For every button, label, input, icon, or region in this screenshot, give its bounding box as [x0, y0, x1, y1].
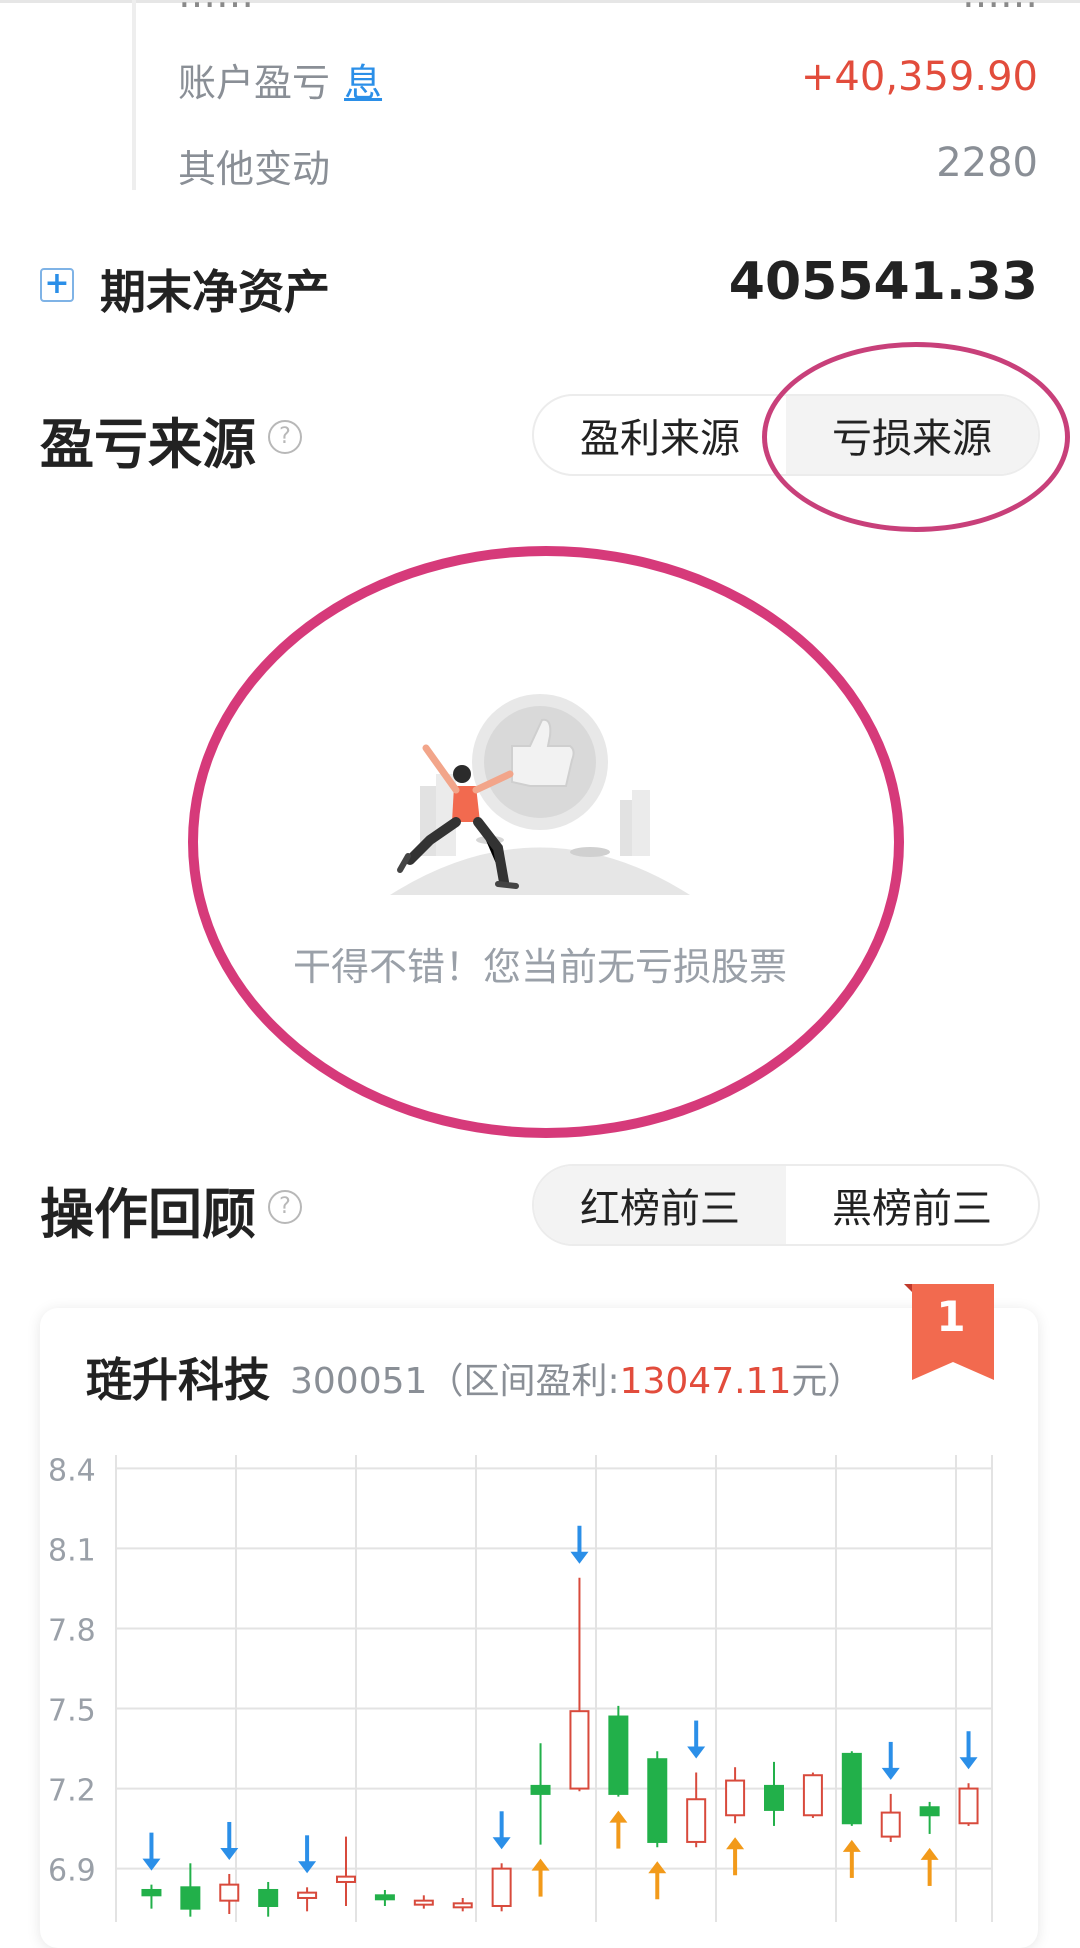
candle-body	[219, 1883, 240, 1902]
review-toggle: 红榜前三 黑榜前三	[532, 1164, 1040, 1246]
y-tick-label: 7.2	[48, 1774, 96, 1809]
tab-black-top3[interactable]: 黑榜前三	[786, 1166, 1038, 1244]
candle-body	[336, 1875, 356, 1883]
stock-code: 300051	[290, 1361, 428, 1402]
cutoff-row-label: ……	[178, 0, 254, 16]
review-title: 操作回顾	[40, 1183, 256, 1246]
candle-body	[764, 1784, 784, 1811]
help-icon[interactable]: ?	[268, 420, 302, 454]
top-divider	[0, 0, 1080, 3]
account-pnl-text: 账户盈亏	[178, 61, 331, 105]
candle-body	[452, 1902, 473, 1909]
other-change-label: 其他变动	[178, 147, 331, 191]
expand-plus-icon[interactable]: +	[40, 268, 74, 302]
stock-info: 300051（区间盈利:13047.11元）	[290, 1352, 863, 1404]
candle-body	[608, 1715, 629, 1795]
candle-body	[647, 1758, 668, 1843]
tab-red-top3[interactable]: 红榜前三	[534, 1166, 786, 1244]
profit-prefix: （区间盈利:	[427, 1361, 620, 1402]
net-assets-value: 405541.33	[728, 252, 1038, 312]
buy-arrow-head	[842, 1839, 861, 1852]
pnl-source-title: 盈亏来源	[40, 413, 256, 476]
candle-body	[841, 1752, 862, 1825]
annotation-circle-empty-state	[188, 546, 904, 1138]
help-icon-review[interactable]: ?	[268, 1190, 302, 1224]
buy-arrow-head	[920, 1847, 939, 1860]
profit-value: 13047.11	[619, 1361, 792, 1402]
candlestick-chart: 8.4 8.1 7.8 7.5 7.2 6.9	[48, 1453, 993, 1922]
sell-arrow-head	[687, 1746, 706, 1759]
candle-body	[880, 1811, 901, 1838]
net-assets-label: 期末净资产	[100, 265, 330, 319]
candle-body	[530, 1784, 551, 1795]
candle-body	[258, 1888, 279, 1907]
buy-arrow-head	[726, 1837, 745, 1850]
y-tick-label: 7.8	[48, 1613, 96, 1648]
candle-body	[374, 1894, 395, 1901]
buy-arrow-head	[609, 1810, 628, 1823]
sell-arrow-head	[959, 1757, 978, 1770]
candle-body	[180, 1886, 201, 1910]
account-pnl-value: +40,359.90	[800, 54, 1038, 100]
candle-body	[919, 1806, 940, 1817]
buy-arrow-head	[531, 1858, 550, 1871]
candle-body	[958, 1787, 979, 1825]
candle-body	[297, 1891, 318, 1899]
other-change-value: 2280	[936, 140, 1038, 186]
stock-name: 琏升科技	[86, 1353, 270, 1407]
buy-arrow-head	[648, 1861, 667, 1874]
sell-arrow-head	[492, 1837, 511, 1850]
candle-body	[686, 1798, 707, 1843]
annotation-circle-tab	[762, 342, 1070, 532]
candle-body	[413, 1899, 434, 1906]
y-tick-label: 8.4	[48, 1453, 96, 1488]
profit-suffix: 元）	[791, 1361, 864, 1402]
timeline-bar	[132, 0, 136, 190]
sell-arrow-head	[298, 1861, 317, 1874]
candle-body	[802, 1774, 823, 1817]
sell-arrow-head	[570, 1551, 589, 1564]
interest-link[interactable]: 息	[344, 61, 382, 105]
candle-body	[725, 1779, 746, 1817]
account-pnl-label: 账户盈亏息	[178, 52, 382, 107]
y-tick-label: 8.1	[48, 1533, 96, 1568]
candle-body	[141, 1888, 162, 1897]
rank-number: 1	[936, 1292, 966, 1341]
y-tick-label: 7.5	[48, 1694, 96, 1729]
tab-profit-source[interactable]: 盈利来源	[534, 396, 786, 474]
cutoff-row-value: ……	[962, 0, 1038, 16]
sell-arrow-head	[881, 1767, 900, 1780]
candle-body	[491, 1867, 512, 1907]
candle-body	[569, 1710, 590, 1790]
y-tick-label: 6.9	[48, 1854, 96, 1889]
